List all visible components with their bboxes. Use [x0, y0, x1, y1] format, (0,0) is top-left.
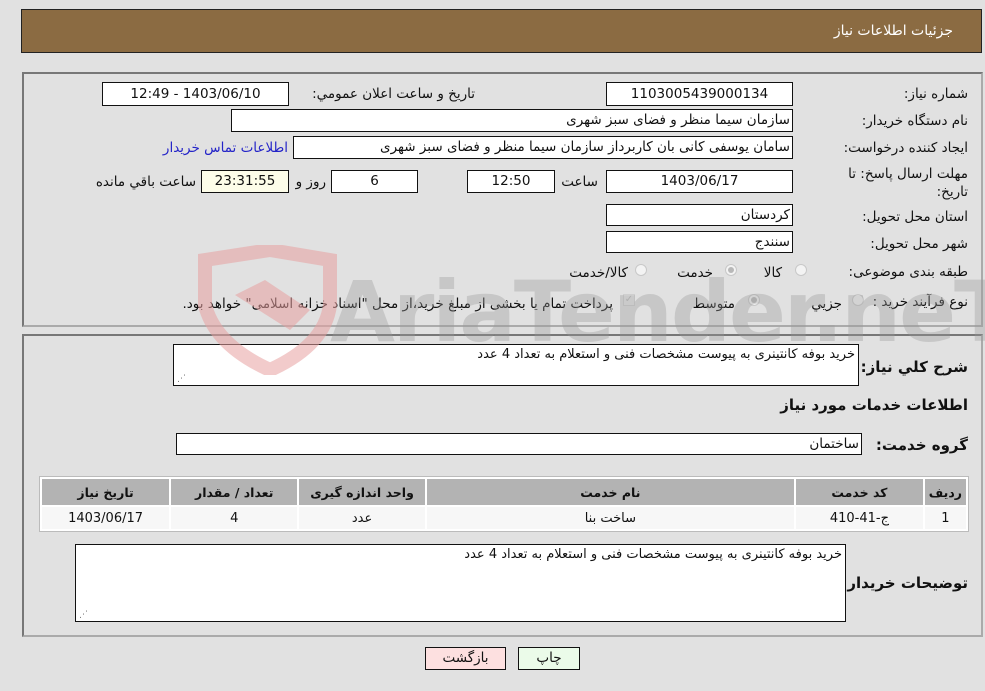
services-table-wrap: رديف کد خدمت نام خدمت واحد اندازه گيری ت… — [39, 476, 969, 532]
print-button[interactable]: چاپ — [518, 647, 580, 670]
purchase-type-minor-radio[interactable] — [852, 294, 864, 306]
summary-textarea[interactable]: خرید بوفه کانتینری به پیوست مشخصات فنی و… — [173, 344, 859, 386]
requester-field[interactable]: سامان یوسفی کانی بان کاربرداز سازمان سیم… — [293, 136, 793, 159]
requester-label: ایجاد کننده درخواست: — [843, 140, 968, 156]
category-label: طبقه بندی موضوعی: — [848, 264, 968, 280]
deadline-time-field[interactable]: 12:50 — [467, 170, 555, 193]
city-label: شهر محل تحويل: — [870, 236, 968, 252]
city-field[interactable]: سنندج — [606, 231, 793, 253]
treasury-checkbox[interactable]: ✓ — [623, 294, 635, 306]
buyer-notes-textarea[interactable]: خرید بوفه کانتینری به پیوست مشخصات فنی و… — [75, 544, 846, 622]
deadline-time-label: ساعت — [561, 174, 598, 190]
deadline-label: مهلت ارسال پاسخ: تا تاريخ: — [848, 166, 968, 200]
purchase-type-medium-label: متوسط — [692, 296, 735, 312]
purchase-type-minor-label: جزيي — [811, 296, 842, 312]
deadline-days-label: روز و — [295, 174, 326, 190]
need-number-field[interactable]: 1103005439000134 — [606, 82, 793, 106]
province-label: استان محل تحويل: — [862, 209, 968, 225]
deadline-days-field[interactable]: 6 — [331, 170, 418, 193]
category-service-radio[interactable] — [725, 264, 737, 276]
col-qty-header: تعداد / مقدار — [171, 479, 298, 505]
purchase-type-medium-radio[interactable] — [748, 294, 760, 306]
buyer-notes-label: توضيحات خريدار: — [841, 574, 968, 592]
page-title: جزئیات اطلاعات نیاز — [833, 23, 953, 39]
col-name-header: نام خدمت — [426, 479, 795, 505]
col-code-header: کد خدمت — [796, 479, 923, 505]
back-button[interactable]: بازگشت — [425, 647, 506, 670]
category-goods-label: کالا — [763, 265, 782, 281]
deadline-date-field[interactable]: 1403/06/17 — [606, 170, 793, 193]
services-table: رديف کد خدمت نام خدمت واحد اندازه گيری ت… — [39, 476, 969, 532]
buyer-org-field[interactable]: سازمان سیما منظر و فضای سبز شهری — [231, 109, 793, 132]
table-header-row: رديف کد خدمت نام خدمت واحد اندازه گيری ت… — [42, 479, 966, 505]
category-service-label: خدمت — [677, 265, 713, 281]
cell-date: 1403/06/17 — [42, 507, 170, 529]
service-group-label: گروه خدمت: — [875, 436, 968, 454]
category-goods-radio[interactable] — [795, 264, 807, 276]
category-goods-service-radio[interactable] — [635, 264, 647, 276]
col-unit-header: واحد اندازه گيری — [299, 479, 425, 505]
resize-grip-icon[interactable]: ⋰ — [176, 374, 186, 384]
page-header: جزئیات اطلاعات نیاز — [21, 9, 982, 53]
cell-unit: عدد — [299, 507, 425, 529]
summary-text: خرید بوفه کانتینری به پیوست مشخصات فنی و… — [477, 347, 855, 362]
announce-datetime-label: تاریخ و ساعت اعلان عمومي: — [312, 86, 475, 102]
buyer-contact-link[interactable]: اطلاعات تماس خريدار — [163, 140, 288, 156]
cell-code: ج-41-410 — [796, 507, 923, 529]
need-number-label: شماره نیاز: — [903, 86, 968, 102]
cell-row: 1 — [924, 507, 966, 529]
buyer-org-label: نام دستگاه خريدار: — [861, 113, 968, 129]
col-row-header: رديف — [924, 479, 966, 505]
remaining-time-label: ساعت باقي مانده — [95, 174, 196, 190]
col-date-header: تاريخ نياز — [42, 479, 170, 505]
cell-qty: 4 — [171, 507, 298, 529]
purchase-type-label: نوع فرآیند خرید : — [872, 294, 968, 310]
cell-name: ساخت بنا — [426, 507, 795, 529]
remaining-time-field[interactable]: 23:31:55 — [201, 170, 289, 193]
services-heading: اطلاعات خدمات مورد نياز — [780, 396, 968, 414]
buyer-notes-text: خرید بوفه کانتینری به پیوست مشخصات فنی و… — [464, 547, 842, 562]
service-group-field[interactable]: ساختمان — [176, 433, 862, 455]
province-field[interactable]: کردستان — [606, 204, 793, 226]
treasury-note: پرداخت تمام یا بخشی از مبلغ خرید،از محل … — [182, 296, 613, 312]
resize-grip-icon[interactable]: ⋰ — [78, 610, 88, 620]
category-goods-service-label: کالا/خدمت — [569, 265, 628, 281]
table-row: 1 ج-41-410 ساخت بنا عدد 4 1403/06/17 — [42, 507, 966, 529]
announce-datetime-field[interactable]: 1403/06/10 - 12:49 — [102, 82, 289, 106]
summary-label: شرح کلي نياز: — [860, 358, 968, 376]
